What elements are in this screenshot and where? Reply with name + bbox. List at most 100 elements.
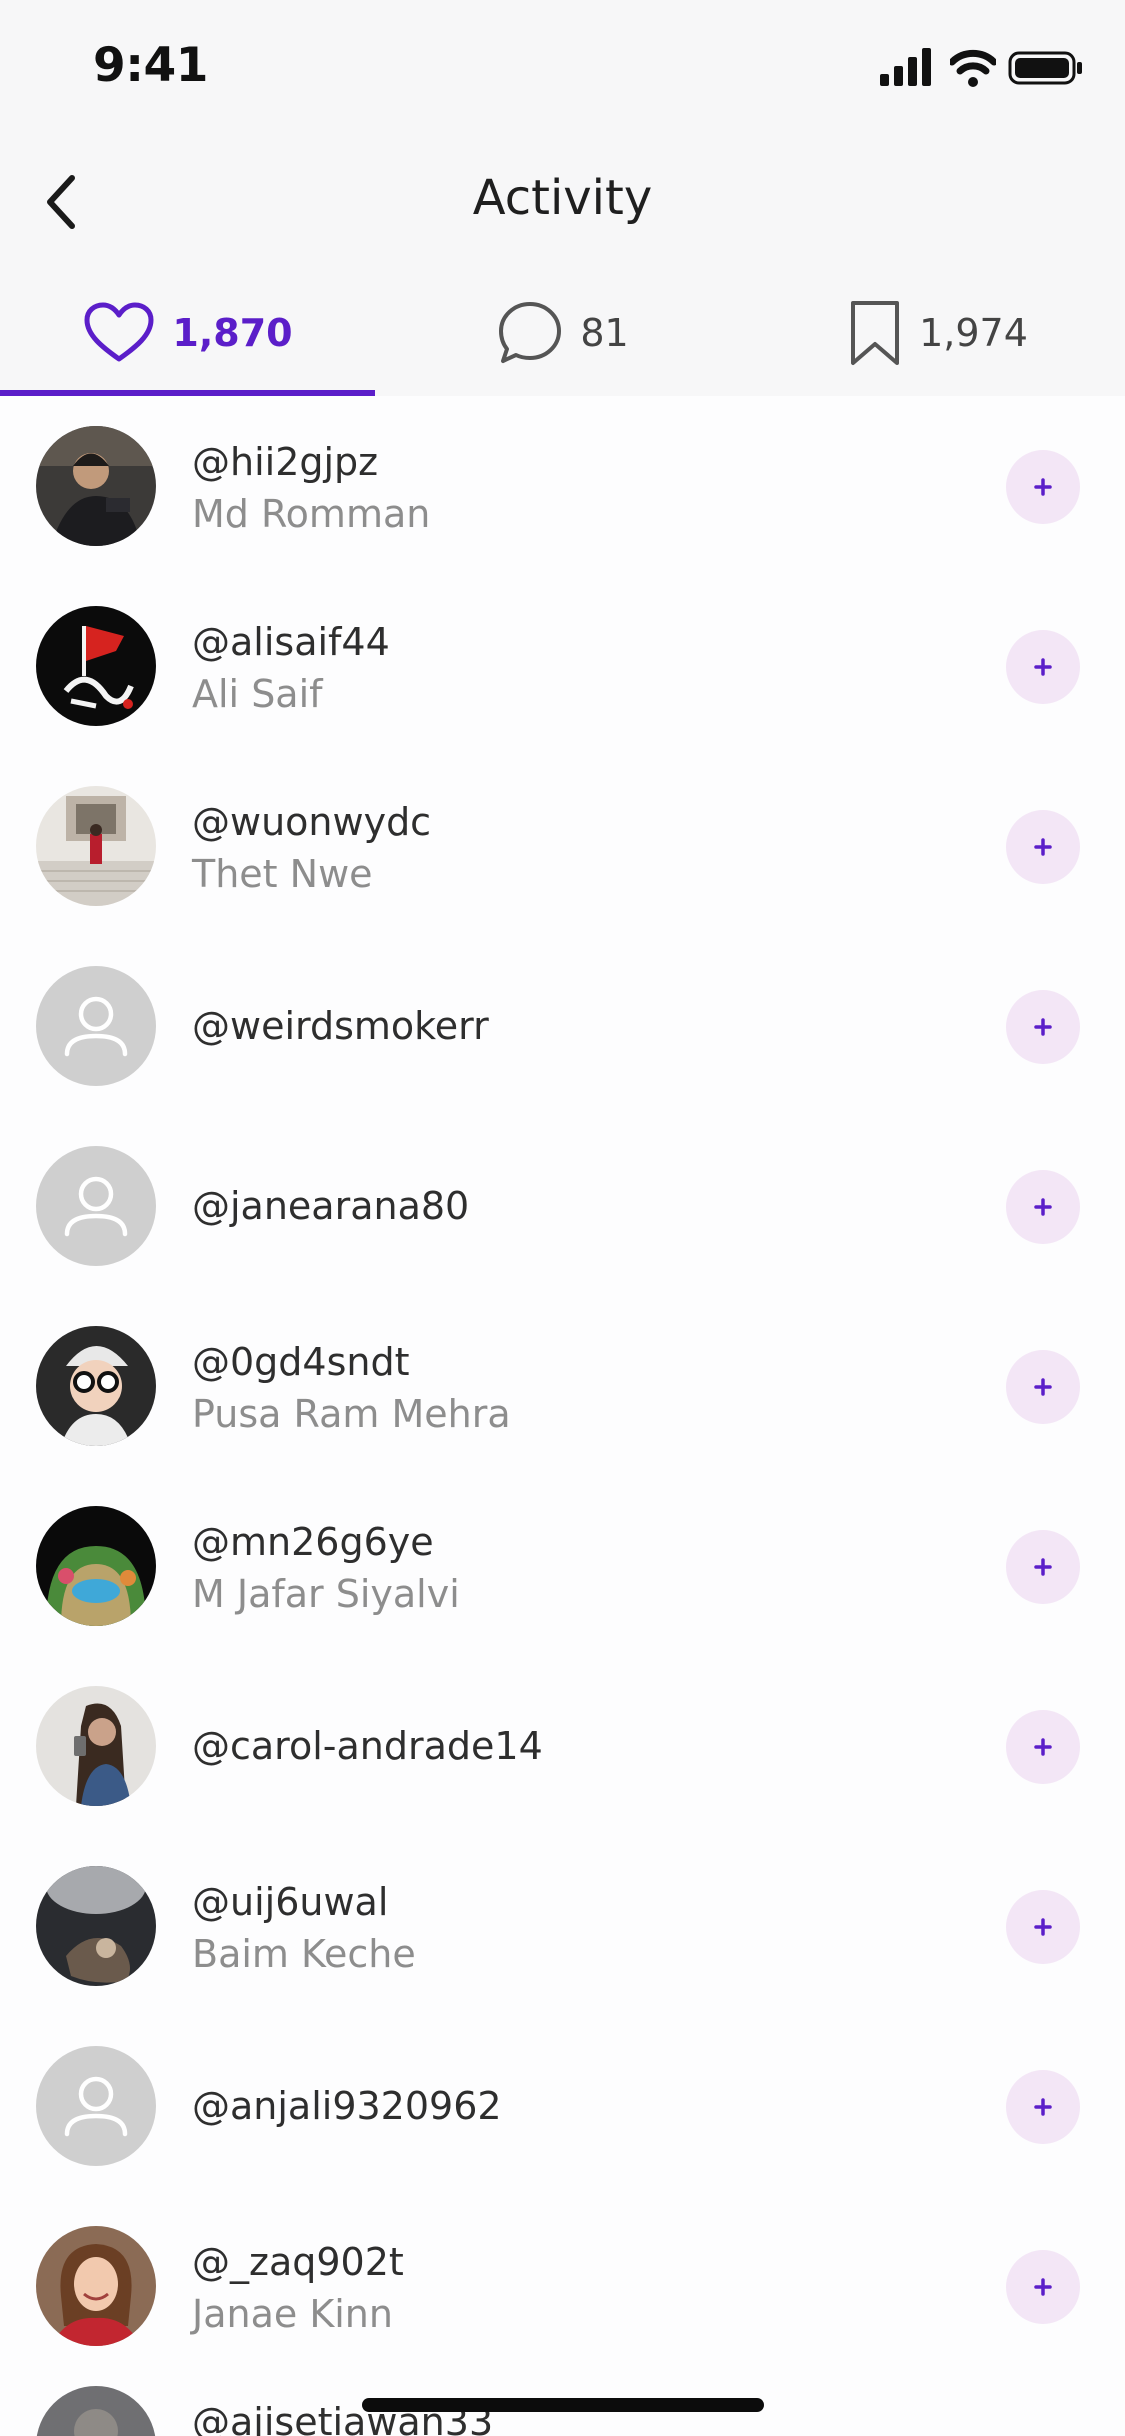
avatar-photo <box>36 1866 156 1986</box>
user-text: @_zaq902t Janae Kinn <box>192 2196 972 2376</box>
default-avatar-icon <box>36 966 156 1086</box>
follow-button[interactable] <box>1006 1890 1080 1964</box>
username: @wuonwydc <box>192 800 432 844</box>
follow-button[interactable] <box>1006 1170 1080 1244</box>
follow-button[interactable] <box>1006 2250 1080 2324</box>
username: @_zaq902t <box>192 2240 404 2284</box>
avatar[interactable] <box>36 1866 156 1986</box>
display-name: Pusa Ram Mehra <box>192 1392 511 1436</box>
username: @uij6uwal <box>192 1880 389 1924</box>
follow-button[interactable] <box>1006 1710 1080 1784</box>
avatar[interactable] <box>36 1146 156 1266</box>
plus-icon <box>1034 658 1052 676</box>
comment-icon <box>499 302 562 363</box>
list-item[interactable]: @_zaq902t Janae Kinn <box>0 2196 1125 2376</box>
plus-icon <box>1034 478 1052 496</box>
avatar-photo <box>36 1686 156 1806</box>
username: @janearana80 <box>192 1184 470 1228</box>
follow-button[interactable] <box>1006 1530 1080 1604</box>
list-item[interactable]: @wuonwydc Thet Nwe <box>0 756 1125 936</box>
avatar[interactable] <box>36 426 156 546</box>
display-name: M Jafar Siyalvi <box>192 1572 460 1616</box>
user-text: @mn26g6ye M Jafar Siyalvi <box>192 1476 972 1656</box>
tab-bookmarks-count: 1,974 <box>919 311 1028 355</box>
username: @hii2gjpz <box>192 440 379 484</box>
plus-icon <box>1034 1018 1052 1036</box>
user-text: @anjali9320962 <box>192 2016 972 2196</box>
avatar-photo <box>36 2226 156 2346</box>
username: @anjali9320962 <box>192 2084 502 2128</box>
user-text: @0gd4sndt Pusa Ram Mehra <box>192 1296 972 1476</box>
plus-icon <box>1034 2278 1052 2296</box>
header: Activity <box>0 140 1125 260</box>
tab-bookmarks[interactable]: 1,974 <box>750 270 1125 396</box>
avatar[interactable] <box>36 786 156 906</box>
user-text: @hii2gjpz Md Romman <box>192 396 972 576</box>
user-text: @janearana80 <box>192 1116 972 1296</box>
home-indicator[interactable] <box>362 2398 764 2412</box>
avatar[interactable] <box>36 2046 156 2166</box>
avatar-photo <box>36 606 156 726</box>
user-text: @weirdsmokerr <box>192 936 972 1116</box>
avatar-photo <box>36 1506 156 1626</box>
avatar[interactable] <box>36 606 156 726</box>
list-item[interactable]: @hii2gjpz Md Romman <box>0 396 1125 576</box>
list-item[interactable]: @uij6uwal Baim Keche <box>0 1836 1125 2016</box>
avatar[interactable] <box>36 966 156 1086</box>
list-item[interactable]: @alisaif44 Ali Saif <box>0 576 1125 756</box>
tab-comments[interactable]: 81 <box>375 270 750 396</box>
display-name: Ali Saif <box>192 672 323 716</box>
avatar[interactable] <box>36 1326 156 1446</box>
avatar-photo <box>36 426 156 546</box>
avatar[interactable] <box>36 1686 156 1806</box>
page-title: Activity <box>472 170 653 226</box>
plus-icon <box>1034 1738 1052 1756</box>
user-text: @carol-andrade14 <box>192 1656 972 1836</box>
user-text: @alisaif44 Ali Saif <box>192 576 972 756</box>
follow-button[interactable] <box>1006 810 1080 884</box>
activity-tabs: 1,870 81 1,974 <box>0 270 1125 396</box>
display-name: Md Romman <box>192 492 431 536</box>
tab-likes[interactable]: 1,870 <box>0 270 375 396</box>
avatar-photo <box>36 786 156 906</box>
avatar[interactable] <box>36 1506 156 1626</box>
list-item[interactable]: @janearana80 <box>0 1116 1125 1296</box>
follow-button[interactable] <box>1006 1350 1080 1424</box>
user-text: @uij6uwal Baim Keche <box>192 1836 972 2016</box>
plus-icon <box>1034 1378 1052 1396</box>
follow-button[interactable] <box>1006 2070 1080 2144</box>
plus-icon <box>1034 1558 1052 1576</box>
plus-icon <box>1034 2098 1052 2116</box>
plus-icon <box>1034 1918 1052 1936</box>
default-avatar-icon <box>36 2046 156 2166</box>
avatar[interactable] <box>36 2386 156 2436</box>
follow-button[interactable] <box>1006 450 1080 524</box>
avatar-photo <box>36 2386 156 2436</box>
avatar[interactable] <box>36 2226 156 2346</box>
username: @0gd4sndt <box>192 1340 410 1384</box>
status-time: 9:41 <box>93 38 208 93</box>
display-name: Baim Keche <box>192 1932 416 1976</box>
wifi-icon <box>950 49 996 87</box>
heart-icon <box>84 302 154 362</box>
display-name: Janae Kinn <box>192 2292 393 2336</box>
follow-button[interactable] <box>1006 630 1080 704</box>
follow-button[interactable] <box>1006 990 1080 1064</box>
battery-icon <box>1008 51 1082 85</box>
tab-comments-count: 81 <box>580 311 629 355</box>
list-item[interactable]: @weirdsmokerr <box>0 936 1125 1116</box>
list-item[interactable]: @mn26g6ye M Jafar Siyalvi <box>0 1476 1125 1656</box>
username: @alisaif44 <box>192 620 390 664</box>
avatar-photo <box>36 1326 156 1446</box>
list-item[interactable]: @anjali9320962 <box>0 2016 1125 2196</box>
bookmark-icon <box>851 301 900 365</box>
list-item[interactable]: @0gd4sndt Pusa Ram Mehra <box>0 1296 1125 1476</box>
plus-icon <box>1034 1198 1052 1216</box>
plus-icon <box>1034 838 1052 856</box>
status-bar: 9:41 <box>0 0 1125 140</box>
status-icons <box>880 48 1085 92</box>
default-avatar-icon <box>36 1146 156 1266</box>
list-item[interactable]: @carol-andrade14 <box>0 1656 1125 1836</box>
username: @weirdsmokerr <box>192 1004 489 1048</box>
signal-icon <box>880 48 931 86</box>
